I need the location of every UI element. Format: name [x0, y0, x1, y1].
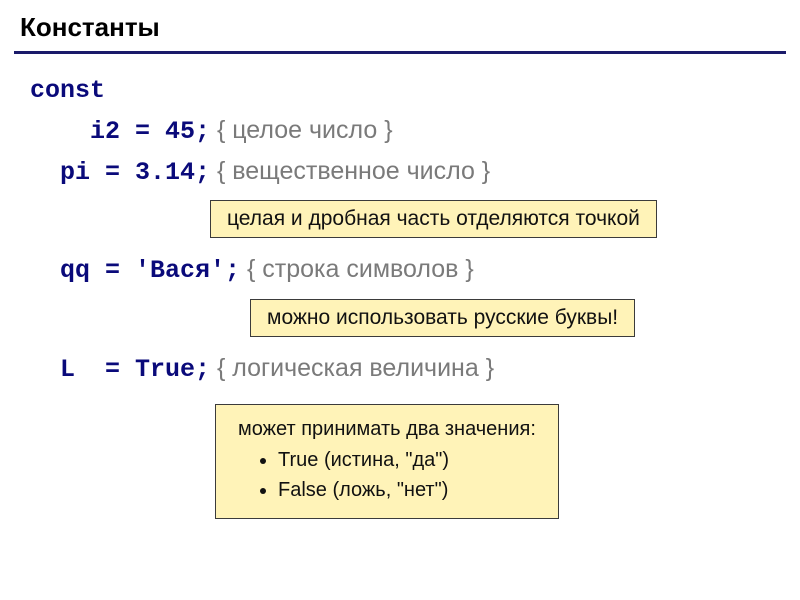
code-line-qq: qq = 'Вася'; { строка символов } [30, 250, 770, 291]
code-line-l: L = True; { логическая величина } [30, 349, 770, 390]
comment-qq: { строка символов } [240, 255, 474, 283]
code-pi: pi = 3.14; [30, 158, 210, 187]
comment-l: { логическая величина } [210, 354, 494, 382]
note-bool-list: True (истина, "да") False (ложь, "нет") [238, 446, 536, 505]
slide-body: const i2 = 45; { целое число } pi = 3.14… [0, 72, 800, 519]
note-russian-letters: можно использовать русские буквы! [250, 299, 635, 337]
code-l: L = True; [30, 355, 210, 384]
code-qq: qq = 'Вася'; [30, 256, 240, 285]
note-decimal-point: целая и дробная часть отделяются точкой [210, 200, 657, 238]
slide-title: Константы [0, 0, 800, 51]
title-underline [14, 51, 786, 54]
comment-i2: { целое число } [210, 116, 393, 144]
keyword-const: const [30, 76, 105, 105]
code-i2: i2 = 45; [30, 117, 210, 146]
code-line-i2: i2 = 45; { целое число } [30, 111, 770, 152]
note-bool-true: True (истина, "да") [278, 446, 536, 475]
note-boolean-values: может принимать два значения: True (исти… [215, 404, 559, 519]
note-bool-intro: может принимать два значения: [238, 415, 536, 444]
code-line-pi: pi = 3.14; { вещественное число } [30, 152, 770, 193]
note-bool-false: False (ложь, "нет") [278, 476, 536, 505]
comment-pi: { вещественное число } [210, 157, 490, 185]
code-const: const [30, 72, 770, 111]
